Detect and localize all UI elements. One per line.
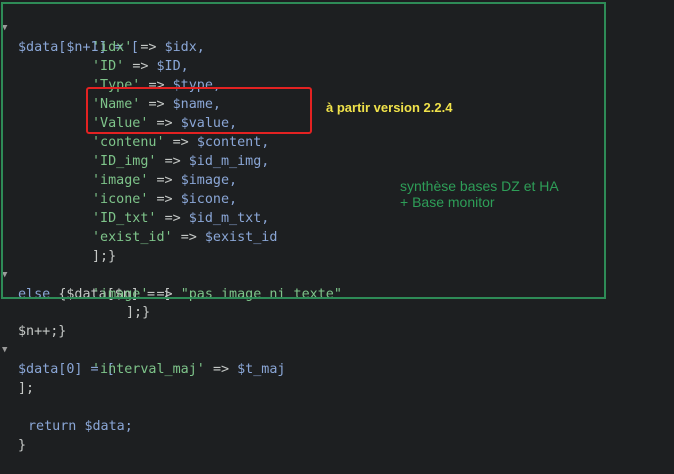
keyword: return (28, 419, 77, 434)
code-text: ]; (18, 381, 35, 396)
code-line: 'interval_maj' => $t_maj (0, 341, 286, 377)
highlight-frame-green (1, 2, 606, 299)
version-annotation: à partir version 2.2.4 (326, 100, 453, 115)
synthesis-annotation-line: + Base monitor (400, 194, 495, 210)
code-line: return $data; (0, 398, 133, 434)
array-value: $t_maj (237, 362, 286, 377)
array-key: 'interval_maj' (92, 362, 205, 377)
code-line: ]; (0, 360, 34, 396)
code-text: $data; (84, 419, 133, 434)
synthesis-annotation: synthèse bases DZ et HA + Base monitor (400, 178, 559, 210)
highlight-box-red (86, 87, 312, 134)
arrow-operator: => (212, 362, 230, 377)
code-line: ▼ $data[0] = [ (0, 322, 115, 377)
code-line: $n++;} (0, 303, 66, 339)
code-text: } (18, 438, 27, 453)
synthesis-annotation-line: synthèse bases DZ et HA (400, 178, 559, 194)
code-text: ];} (126, 305, 151, 320)
code-line: } (0, 417, 32, 453)
code-editor[interactable]: ▼ $data[$n+1] = [ 'idx' => $idx, 'ID' =>… (0, 0, 674, 453)
